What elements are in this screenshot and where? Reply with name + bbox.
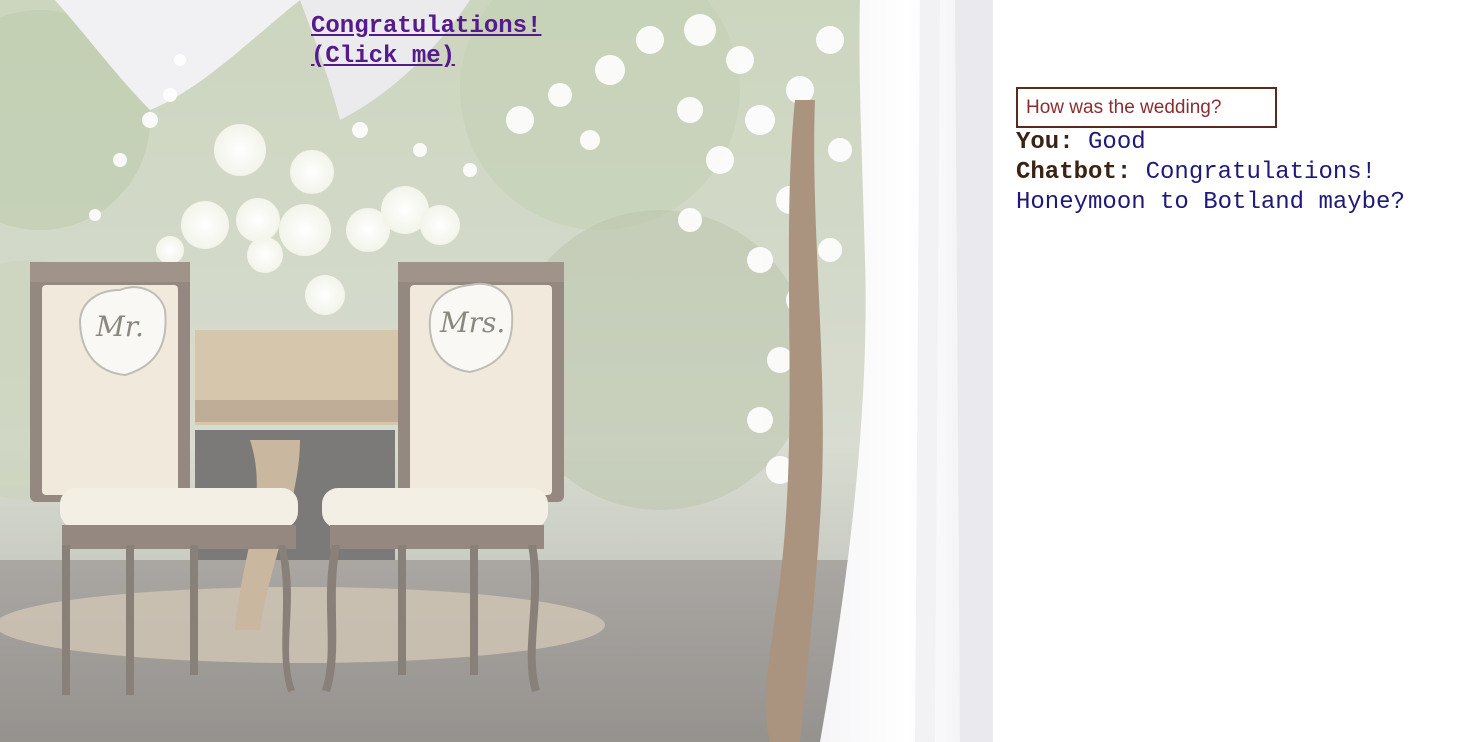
chat-panel: You: Good Chatbot: Congratulations! Hone…: [993, 0, 1480, 742]
message-text-user: Good: [1088, 129, 1146, 156]
speaker-label-user: You:: [1016, 129, 1074, 156]
chair-sign-mr: Mr.: [96, 310, 144, 343]
hero-fade-overlay: [0, 0, 993, 742]
congratulations-link-line2: (Click me): [311, 43, 456, 70]
wedding-photo: Mr. Mrs. Congratulations! (Click me): [0, 0, 993, 742]
chat-transcript: You: Good Chatbot: Congratulations! Hone…: [1016, 128, 1476, 218]
chair-sign-mrs: Mrs.: [440, 306, 506, 339]
chat-message-bot: Chatbot: Congratulations! Honeymoon to B…: [1016, 158, 1476, 218]
congratulations-link-line1: Congratulations!: [311, 13, 542, 40]
chat-message-user: You: Good: [1016, 128, 1476, 158]
congratulations-link[interactable]: Congratulations! (Click me): [311, 12, 581, 72]
speaker-label-bot: Chatbot:: [1016, 159, 1132, 186]
chat-message-input[interactable]: [1016, 87, 1277, 128]
